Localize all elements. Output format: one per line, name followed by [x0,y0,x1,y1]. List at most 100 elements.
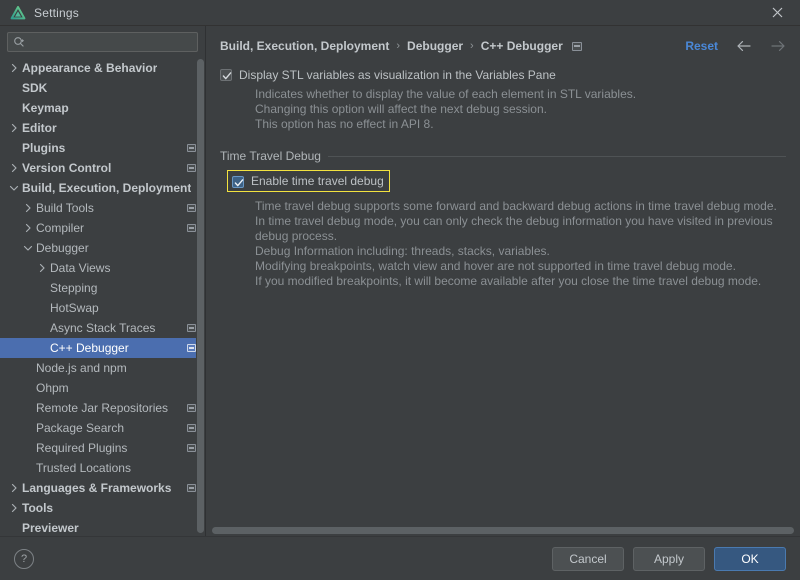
sidebar-item-label: Remote Jar Repositories [36,401,168,415]
window-title: Settings [34,6,79,20]
sidebar-item-label: Plugins [22,141,65,155]
sidebar-item-label: Languages & Frameworks [22,481,171,495]
sidebar-item-label: Compiler [36,221,84,235]
sidebar-item-label: Editor [22,121,57,135]
dialog-buttons: Cancel Apply OK [552,547,786,571]
enable-time-travel-debug-checkbox-row[interactable]: Enable time travel debug [227,170,390,192]
sidebar-item-label: Tools [22,501,53,515]
arrow-left-icon[interactable] [736,38,752,54]
sidebar-item-tools[interactable]: Tools [0,498,205,518]
enable-time-travel-debug-checkbox[interactable] [232,176,244,188]
sidebar-item-label: Async Stack Traces [50,321,155,335]
sidebar-item-c-debugger[interactable]: C++ Debugger [0,338,205,358]
title-bar: Settings [0,0,800,26]
sidebar-item-label: SDK [22,81,47,95]
sidebar-item-label: Build, Execution, Deployment [22,181,191,195]
sidebar-item-sdk[interactable]: SDK [0,78,205,98]
sidebar-item-label: Ohpm [36,381,69,395]
sidebar-item-plugins[interactable]: Plugins [0,138,205,158]
sidebar-item-build-execution-deployment[interactable]: Build, Execution, Deployment [0,178,205,198]
description-line: Time travel debug supports some forward … [255,199,786,214]
breadcrumb-item-0[interactable]: Build, Execution, Deployment [220,39,389,53]
chevron-down-icon[interactable] [8,183,19,194]
enable-time-travel-debug-label: Enable time travel debug [251,174,384,188]
sidebar-scroll-thumb[interactable] [197,59,204,533]
time-travel-debug-group-header: Time Travel Debug [220,149,786,163]
sidebar-item-label: Debugger [36,241,89,255]
sidebar-item-label: Data Views [50,261,110,275]
sidebar-item-previewer[interactable]: Previewer [0,518,205,536]
sidebar-item-build-tools[interactable]: Build Tools [0,198,205,218]
panel-scroll-thumb[interactable] [212,527,794,534]
breadcrumb-separator: › [396,40,400,52]
breadcrumb-item-2[interactable]: C++ Debugger [481,39,563,53]
description-line: Indicates whether to display the value o… [255,87,786,102]
search-input[interactable] [29,36,192,48]
sidebar-item-trusted-locations[interactable]: Trusted Locations [0,458,205,478]
sidebar-vertical-scrollbar[interactable] [196,57,205,536]
breadcrumb-actions: Reset [685,38,786,54]
sidebar-item-version-control[interactable]: Version Control [0,158,205,178]
reset-button[interactable]: Reset [685,39,718,53]
sidebar-item-remote-jar-repositories[interactable]: Remote Jar Repositories [0,398,205,418]
sidebar-item-stepping[interactable]: Stepping [0,278,205,298]
dialog-footer: ? Cancel Apply OK [0,536,800,580]
settings-dialog: Settings [0,0,800,580]
chevron-right-icon[interactable] [8,163,19,174]
sidebar-item-label: Version Control [22,161,111,175]
chevron-right-icon[interactable] [8,63,19,74]
sidebar-item-node-js-and-npm[interactable]: Node.js and npm [0,358,205,378]
sidebar-item-data-views[interactable]: Data Views [0,258,205,278]
apply-button[interactable]: Apply [633,547,705,571]
time-travel-debug-description: Time travel debug supports some forward … [255,199,786,289]
help-button[interactable]: ? [14,549,34,569]
chevron-right-icon[interactable] [8,123,19,134]
display-stl-variables-checkbox[interactable] [220,69,232,81]
settings-tree[interactable]: Appearance & Behavior SDK Keymap Editor Plug… [0,57,205,536]
sidebar-item-async-stack-traces[interactable]: Async Stack Traces [0,318,205,338]
breadcrumb: Build, Execution, Deployment › Debugger … [206,32,800,60]
chevron-down-icon[interactable] [22,243,33,254]
cancel-button[interactable]: Cancel [552,547,624,571]
description-line: If you modified breakpoints, it will bec… [255,274,786,289]
sidebar-item-ohpm[interactable]: Ohpm [0,378,205,398]
sidebar-item-editor[interactable]: Editor [0,118,205,138]
chevron-right-icon[interactable] [36,263,47,274]
search-icon [13,36,25,48]
description-line: Debug Information including: threads, st… [255,244,786,259]
deveco-triangle-logo-icon [10,5,26,21]
sidebar-item-keymap[interactable]: Keymap [0,98,205,118]
display-stl-variables-checkbox-row[interactable]: Display STL variables as visualization i… [220,68,786,82]
description-line: Modifying breakpoints, watch view and ho… [255,259,786,274]
description-line: debug process. [255,229,786,244]
settings-detail-pane: Build, Execution, Deployment › Debugger … [206,26,800,536]
sidebar-item-hotswap[interactable]: HotSwap [0,298,205,318]
arrow-right-icon[interactable] [770,38,786,54]
chevron-right-icon[interactable] [8,483,19,494]
chevron-right-icon[interactable] [8,503,19,514]
sidebar-item-debugger[interactable]: Debugger [0,238,205,258]
settings-panel: Display STL variables as visualization i… [206,60,800,536]
modified-setting-icon [572,42,582,51]
sidebar-item-label: Trusted Locations [36,461,131,475]
panel-horizontal-scrollbar[interactable] [206,525,800,536]
search-wrapper [0,26,205,57]
breadcrumb-separator: › [470,40,474,52]
search-box[interactable] [7,32,198,52]
group-divider [328,156,786,157]
sidebar-item-required-plugins[interactable]: Required Plugins [0,438,205,458]
sidebar-item-package-search[interactable]: Package Search [0,418,205,438]
sidebar-item-label: Appearance & Behavior [22,61,157,75]
sidebar-item-label: Package Search [36,421,124,435]
description-line: In time travel debug mode, you can only … [255,214,786,229]
ok-button[interactable]: OK [714,547,786,571]
description-line: Changing this option will affect the nex… [255,102,786,117]
sidebar-item-languages-frameworks[interactable]: Languages & Frameworks [0,478,205,498]
close-icon[interactable] [754,0,800,25]
sidebar-item-appearance-behavior[interactable]: Appearance & Behavior [0,58,205,78]
sidebar-item-compiler[interactable]: Compiler [0,218,205,238]
time-travel-debug-group-title: Time Travel Debug [220,149,328,163]
chevron-right-icon[interactable] [22,223,33,234]
breadcrumb-item-1[interactable]: Debugger [407,39,463,53]
chevron-right-icon[interactable] [22,203,33,214]
